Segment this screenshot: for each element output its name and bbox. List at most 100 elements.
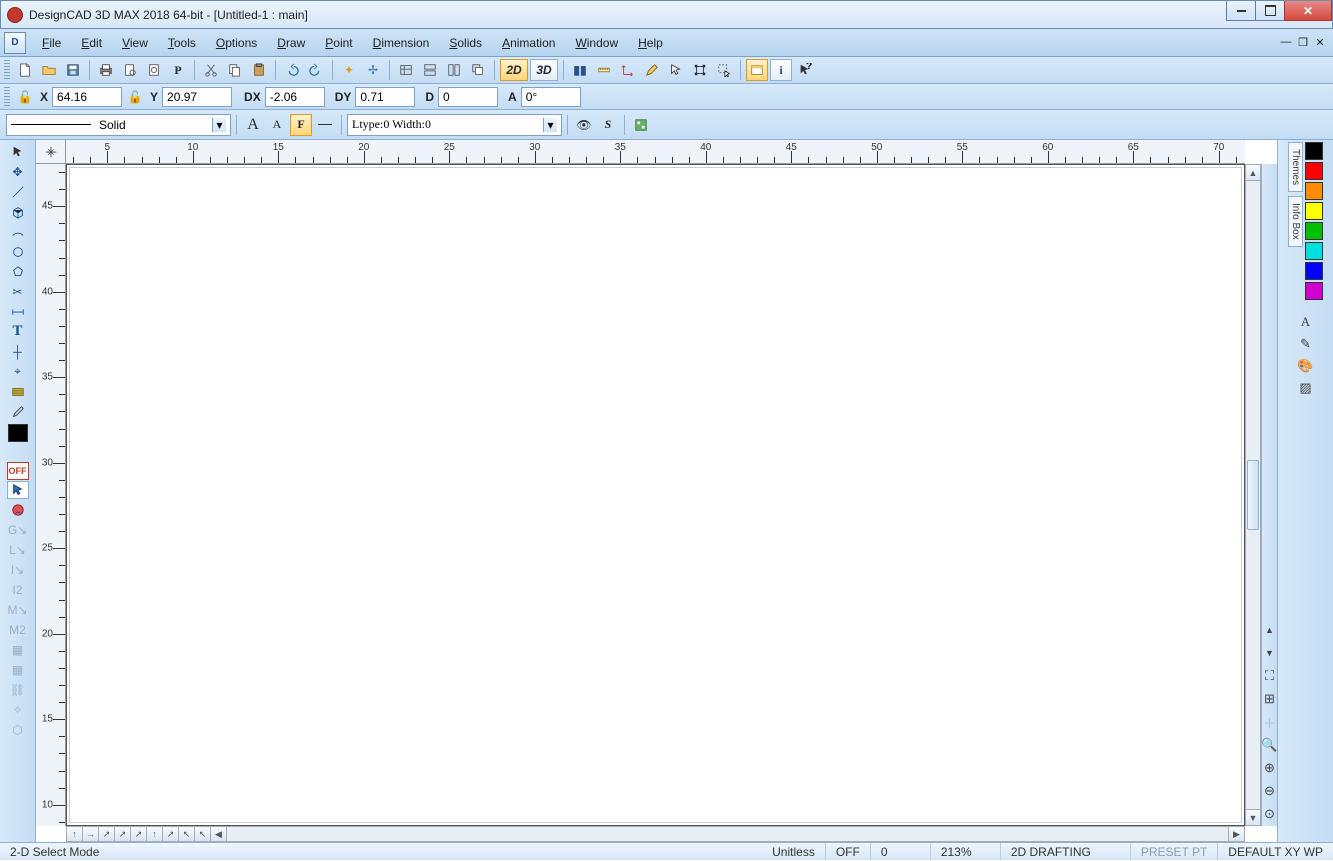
palette-icon[interactable]: 🎨 [1296, 356, 1316, 376]
grid-toggle-icon[interactable]: ⊞ [1260, 689, 1280, 709]
menu-edit[interactable]: Edit [71, 32, 112, 54]
zoom-in-icon[interactable]: ⊕ [1260, 758, 1280, 778]
link-icon[interactable]: ⛓ [8, 680, 28, 699]
view-tab-7[interactable]: ↖ [179, 827, 195, 841]
status-drafting[interactable]: 2D DRAFTING [1001, 843, 1131, 860]
mode-2d-button[interactable]: 2D [500, 59, 528, 81]
menu-draw[interactable]: Draw [267, 32, 315, 54]
lock-y-icon[interactable]: 🔓 [124, 86, 146, 108]
view-tab-4[interactable]: ↗ [131, 827, 147, 841]
ruler-icon[interactable] [593, 59, 615, 81]
cascade-icon[interactable] [467, 59, 489, 81]
zoom-all-icon[interactable]: ⊙ [1260, 804, 1280, 824]
drafting-cursor-icon[interactable] [7, 481, 29, 499]
tile-v-icon[interactable] [443, 59, 465, 81]
color-swatch-3[interactable] [1305, 202, 1323, 220]
view-tab-3[interactable]: ↗ [115, 827, 131, 841]
infobox-tab[interactable]: Info Box [1288, 196, 1303, 247]
mdi-close-button[interactable]: ✕ [1313, 35, 1327, 49]
view-tab-6[interactable]: ↗ [163, 827, 179, 841]
maximize-button[interactable] [1255, 1, 1285, 21]
handles-icon[interactable] [689, 59, 711, 81]
copy-icon[interactable] [224, 59, 246, 81]
paper-icon[interactable] [143, 59, 165, 81]
arc-tool-icon[interactable] [8, 222, 28, 241]
dy-input[interactable] [355, 87, 415, 107]
ruler-origin-button[interactable] [36, 140, 66, 164]
print-preview-icon[interactable] [119, 59, 141, 81]
cut-icon[interactable] [200, 59, 222, 81]
material-icon[interactable]: ▨ [1296, 378, 1316, 398]
view-tab-8[interactable]: ↖ [195, 827, 211, 841]
scroll-thumb[interactable] [1247, 460, 1259, 530]
view-up-icon[interactable]: ▲ [1260, 620, 1280, 640]
themes-tab[interactable]: Themes [1288, 142, 1303, 192]
horizontal-scrollbar[interactable]: ↑→↗↗↗↑↗↖↖◀ ▶ [66, 826, 1245, 842]
linestyle-combo[interactable]: Solid ▾ [6, 114, 231, 136]
y-input[interactable] [162, 87, 232, 107]
d-input[interactable] [438, 87, 498, 107]
scroll-down-icon[interactable]: ▼ [1246, 809, 1260, 825]
status-preset[interactable]: PRESET PT [1131, 843, 1218, 860]
line-tool-icon[interactable] [8, 182, 28, 201]
minimize-button[interactable] [1226, 1, 1256, 21]
color-swatch-4[interactable] [1305, 222, 1323, 240]
x-input[interactable] [52, 87, 122, 107]
font-small-button[interactable]: A [266, 114, 288, 136]
box-tool-icon[interactable] [8, 202, 28, 221]
context-help-icon[interactable]: ? [794, 59, 816, 81]
mdi-system-icon[interactable]: D [4, 32, 26, 54]
layer-icon[interactable] [395, 59, 417, 81]
zoom-window-icon[interactable]: 🔍 [1260, 735, 1280, 755]
snap-m2-icon[interactable]: M2 [8, 620, 28, 639]
menu-options[interactable]: Options [206, 32, 267, 54]
text-style-icon[interactable]: A [1296, 312, 1316, 332]
grid2-icon[interactable]: ▦ [8, 660, 28, 679]
chevron-down-icon[interactable]: ▾ [212, 118, 226, 132]
menu-animation[interactable]: Animation [492, 32, 565, 54]
a-input[interactable] [521, 87, 581, 107]
chevron-down-icon[interactable]: ▾ [543, 118, 557, 132]
status-layer[interactable]: 0 [871, 843, 931, 860]
trim-tool-icon[interactable]: ✂ [8, 282, 28, 301]
status-units[interactable]: Unitless [762, 843, 826, 860]
style-s-button[interactable]: S [597, 114, 619, 136]
text-tool-icon[interactable]: T [8, 322, 28, 341]
zoom-extents-icon[interactable]: ⛶ [1260, 666, 1280, 686]
open-file-icon[interactable] [38, 59, 60, 81]
menu-dimension[interactable]: Dimension [363, 32, 440, 54]
shading-icon[interactable] [8, 500, 28, 519]
info-icon[interactable]: i [770, 59, 792, 81]
select-region-icon[interactable] [713, 59, 735, 81]
color-swatch-1[interactable] [1305, 162, 1323, 180]
add-view-icon[interactable]: ＋ [1260, 712, 1280, 732]
canvas[interactable] [66, 164, 1245, 826]
save-icon[interactable] [62, 59, 84, 81]
zoom-out-icon[interactable]: ⊖ [1260, 781, 1280, 801]
new-file-icon[interactable] [14, 59, 36, 81]
view-down-icon[interactable]: ▼ [1260, 643, 1280, 663]
properties-icon[interactable] [630, 114, 652, 136]
move-tool-icon[interactable]: ✥ [8, 162, 28, 181]
line-thin-icon[interactable] [314, 114, 336, 136]
status-zoom[interactable]: 213% [931, 843, 1001, 860]
lock-x-icon[interactable]: 🔓 [14, 86, 36, 108]
paste-icon[interactable] [248, 59, 270, 81]
polygon-tool-icon[interactable] [8, 262, 28, 281]
snap-m-icon[interactable]: M↘ [8, 600, 28, 619]
status-snap[interactable]: OFF [826, 843, 871, 860]
eyedropper-tool-icon[interactable] [8, 402, 28, 421]
view-tab-2[interactable]: ↗ [99, 827, 115, 841]
axes-icon[interactable] [617, 59, 639, 81]
cursor-arrow-icon[interactable] [665, 59, 687, 81]
undo-icon[interactable] [281, 59, 303, 81]
hatch-tool-icon[interactable] [8, 382, 28, 401]
menu-solids[interactable]: Solids [439, 32, 492, 54]
menu-window[interactable]: Window [565, 32, 628, 54]
menu-view[interactable]: View [112, 32, 158, 54]
brush-icon[interactable]: ✎ [1296, 334, 1316, 354]
snap-i-icon[interactable]: I↘ [8, 560, 28, 579]
close-button[interactable] [1284, 1, 1332, 21]
font-large-button[interactable]: A [242, 114, 264, 136]
snap-g-icon[interactable]: G↘ [8, 520, 28, 539]
